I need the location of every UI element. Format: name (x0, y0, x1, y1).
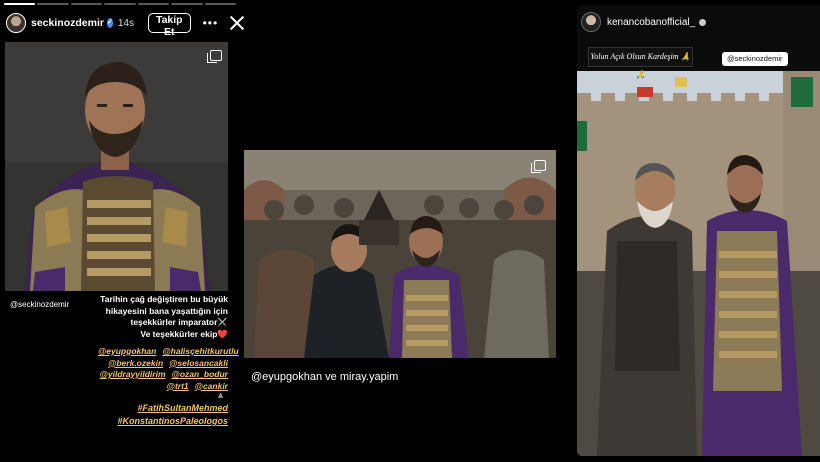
mention-list: @eyupgokhan @halisçehitkurutlu @berk.ozek… (92, 346, 239, 392)
story-username[interactable]: kenancobanofficial_ (607, 17, 695, 28)
close-icon[interactable] (230, 16, 234, 30)
story-caption: Tarihin çağ değiştiren bu büyük hikayesi… (88, 294, 228, 340)
multiple-photos-icon (207, 50, 222, 63)
more-horizontal-icon[interactable]: ••• (203, 16, 219, 30)
mention-link[interactable]: @berk.ozekin (108, 358, 163, 368)
hashtag-list: #FatihSultanMehmed #KonstantinosPaleolog… (100, 402, 228, 428)
right-story: kenancobanofficial_ Yolun Açık Olsun Kar… (577, 5, 820, 456)
hashtag-link[interactable]: #KonstantinosPaleologos (100, 415, 228, 428)
crowd-scene (244, 150, 556, 358)
arrow-up-icon: ⩓ (218, 390, 224, 400)
story-progress-bar (4, 3, 236, 5)
mention-link[interactable]: @eyupgokhan (98, 346, 156, 356)
castle-scene (577, 71, 820, 456)
warrior-portrait (5, 42, 228, 291)
mention-link[interactable]: @halisçehitkurutlu (162, 346, 238, 356)
mention-tag[interactable]: @seckinozdemir (10, 300, 69, 309)
mention-link[interactable]: @selosancakli (169, 358, 228, 368)
caption-line: Tarihin çağ değiştiren bu büyük (100, 294, 228, 304)
story-photo-middle (244, 150, 556, 358)
mention-link[interactable]: @trt1 (167, 381, 189, 391)
mention-link[interactable]: @cankir (195, 381, 228, 391)
story-caption-middle: @eyupgokhan ve miray.yapim (251, 371, 399, 383)
caption-line: Ve teşekkürler ekip❤️ (140, 328, 228, 339)
story-time: 14s (117, 17, 134, 29)
mention-link[interactable]: @ozan_bodur (172, 369, 228, 379)
avatar[interactable] (6, 13, 26, 33)
follow-button[interactable]: Takip Et (147, 13, 191, 38)
story-username[interactable]: seckinozdemir (31, 17, 104, 29)
story-header-right: kenancobanofficial_ (581, 11, 707, 33)
caption-line: teşekkürler imparator⚔️ (130, 317, 228, 327)
left-story: seckinozdemir ✓ 14s Takip Et ••• @seckin… (0, 0, 240, 462)
story-photo-left (5, 42, 228, 291)
mention-link[interactable]: @yildrayyildirim (100, 369, 166, 379)
mention-sticker[interactable]: @seckinozdemir (722, 52, 788, 66)
multiple-photos-icon (531, 160, 546, 173)
avatar[interactable] (581, 12, 601, 32)
story-header: seckinozdemir ✓ 14s Takip Et ••• (0, 10, 240, 38)
hashtag-link[interactable]: #FatihSultanMehmed (100, 402, 228, 415)
story-photo-right (577, 71, 820, 456)
verified-badge-icon: ✓ (106, 18, 113, 28)
verified-badge-icon (699, 18, 707, 26)
caption-line: hikayesini bana yaşattığın için (105, 305, 228, 316)
text-banner: Yolun Açık Olsun Kardeşim 🙏🙏 (588, 47, 693, 79)
